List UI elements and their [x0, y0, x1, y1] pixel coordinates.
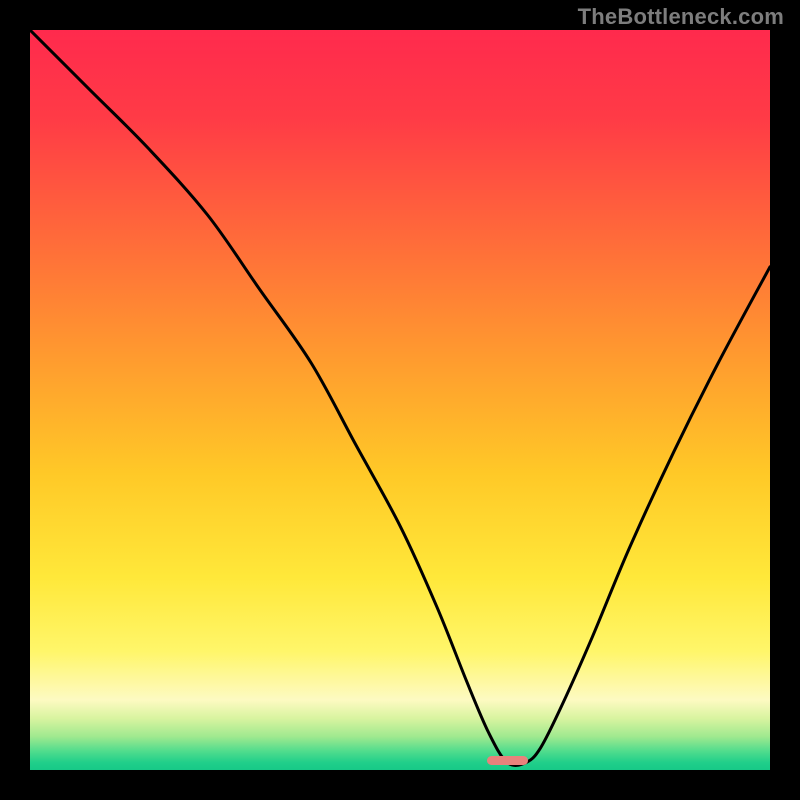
optimal-marker	[487, 756, 528, 765]
chart-frame: TheBottleneck.com	[0, 0, 800, 800]
watermark-text: TheBottleneck.com	[578, 4, 784, 30]
plot-area	[30, 30, 770, 770]
bottleneck-curve	[30, 30, 770, 770]
